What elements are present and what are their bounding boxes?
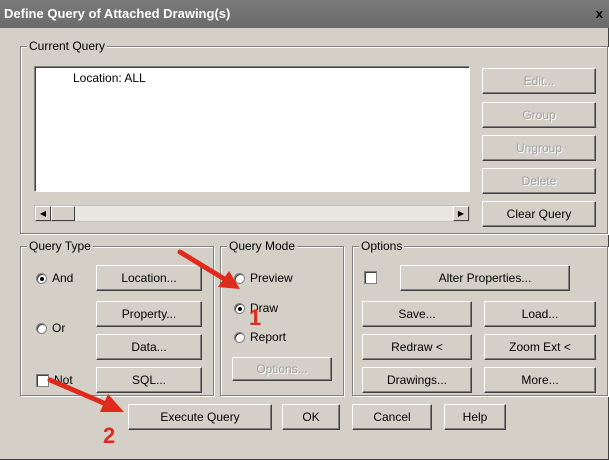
and-radio[interactable]: And xyxy=(36,271,73,285)
alter-properties-checkbox[interactable] xyxy=(364,271,377,284)
close-icon[interactable]: x xyxy=(596,0,603,28)
group-button[interactable]: Group xyxy=(482,102,596,128)
step-1-label: 1 xyxy=(249,305,262,330)
property-button[interactable]: Property... xyxy=(96,301,202,327)
query-dialog: Define Query of Attached Drawing(s) x Cu… xyxy=(0,0,609,460)
scroll-left-icon[interactable]: ◀ xyxy=(35,206,51,221)
ungroup-button[interactable]: Ungroup xyxy=(482,135,596,161)
cancel-button[interactable]: Cancel xyxy=(352,404,432,430)
scroll-right-icon[interactable]: ▶ xyxy=(453,206,469,221)
query-mode-label: Query Mode xyxy=(227,239,298,253)
ok-button[interactable]: OK xyxy=(282,404,340,430)
preview-radio-icon[interactable] xyxy=(234,272,245,284)
step-2-label: 2 xyxy=(103,423,116,448)
edit-button[interactable]: Edit... xyxy=(482,68,596,94)
and-label: And xyxy=(52,271,74,285)
clear-query-button[interactable]: Clear Query xyxy=(482,201,596,227)
options-label: Options xyxy=(359,239,405,253)
or-radio[interactable]: Or xyxy=(36,321,65,335)
execute-query-button[interactable]: Execute Query xyxy=(128,404,272,430)
scroll-thumb[interactable] xyxy=(51,206,75,221)
load-button[interactable]: Load... xyxy=(484,301,596,327)
alter-properties-button[interactable]: Alter Properties... xyxy=(400,265,570,291)
report-radio[interactable]: Report xyxy=(234,330,286,344)
save-button[interactable]: Save... xyxy=(362,301,472,327)
not-checkbox[interactable] xyxy=(36,374,49,387)
title-bar: Define Query of Attached Drawing(s) x xyxy=(0,0,609,28)
draw-radio-icon[interactable] xyxy=(234,302,245,314)
report-label: Report xyxy=(250,330,287,344)
preview-radio[interactable]: Preview xyxy=(234,271,293,285)
more-button[interactable]: More... xyxy=(484,367,596,393)
and-radio-icon[interactable] xyxy=(36,272,47,284)
report-radio-icon[interactable] xyxy=(234,331,245,343)
help-button[interactable]: Help xyxy=(444,404,506,430)
zoom-extents-button[interactable]: Zoom Ext < xyxy=(484,334,596,360)
preview-label: Preview xyxy=(250,271,293,285)
query-type-label: Query Type xyxy=(27,239,93,253)
current-query-label: Current Query xyxy=(27,39,108,53)
or-label: Or xyxy=(52,321,66,335)
sql-button[interactable]: SQL... xyxy=(96,367,202,393)
not-label: Not xyxy=(54,373,73,387)
list-item[interactable]: Location: ALL xyxy=(73,71,146,85)
query-listbox[interactable]: Location: ALL xyxy=(34,66,470,192)
window-title: Define Query of Attached Drawing(s) xyxy=(4,6,231,21)
data-button[interactable]: Data... xyxy=(96,334,202,360)
or-radio-icon[interactable] xyxy=(36,322,47,334)
delete-button[interactable]: Delete xyxy=(482,168,596,194)
location-button[interactable]: Location... xyxy=(96,265,202,291)
options-button[interactable]: Options... xyxy=(232,357,332,381)
redraw-button[interactable]: Redraw < xyxy=(362,334,472,360)
horizontal-scrollbar[interactable]: ◀ ▶ xyxy=(34,205,470,222)
drawings-button[interactable]: Drawings... xyxy=(362,367,472,393)
